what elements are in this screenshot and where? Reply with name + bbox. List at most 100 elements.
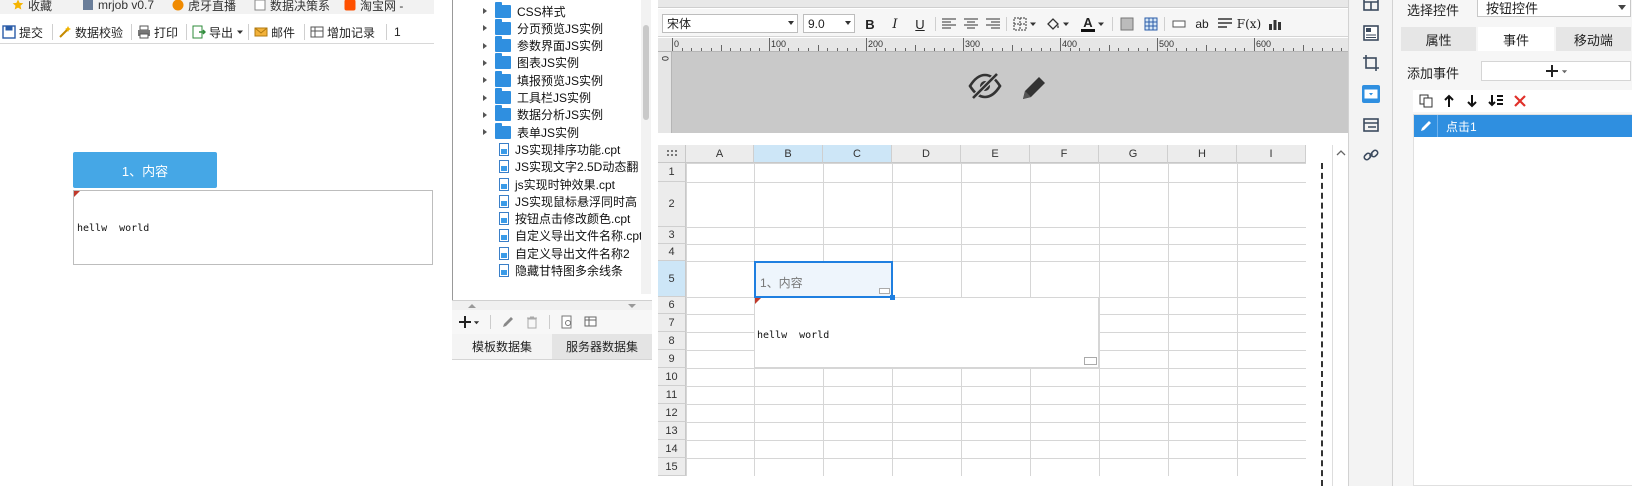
column-header[interactable]: F [1030,145,1099,163]
dataset-params-button[interactable] [584,315,598,329]
tab-mobile[interactable]: 移动端 [1555,27,1631,51]
column-header[interactable]: A [686,145,754,163]
print-button[interactable]: 打印 [135,22,180,42]
tree-folder[interactable]: CSS样式 [481,1,566,20]
align-right-button[interactable] [984,15,1002,33]
move-up-button[interactable] [1442,94,1456,108]
bookmark-mrjob[interactable]: mrjob v0.7 [82,0,154,14]
text-color-button[interactable]: A [1079,15,1097,33]
insert-chart-button[interactable] [1266,15,1284,33]
frame-widget-button[interactable] [1362,54,1380,72]
tab-events[interactable]: 事件 [1478,27,1554,51]
bold-button[interactable]: B [861,15,879,33]
border-dropdown[interactable] [1028,15,1038,33]
tree-folder[interactable]: 数据分析JS实例 [481,105,603,124]
page-indicator[interactable]: 1 [392,22,428,42]
submit-button[interactable]: 提交 [0,22,45,42]
row-header[interactable]: 1 [658,163,686,182]
tab-widget-button[interactable] [1362,116,1380,134]
tree-file[interactable]: JS实现鼠标悬浮同时高 [499,192,637,210]
row-header[interactable]: 7 [658,314,686,332]
edit-event-button[interactable] [1414,115,1438,137]
tree-folder[interactable]: 填报预览JS实例 [481,70,603,89]
chevron-right-icon[interactable] [481,7,489,15]
row-header[interactable]: 12 [658,404,686,422]
chevron-right-icon[interactable] [481,94,489,102]
copy-event-button[interactable] [1419,94,1433,108]
row-header[interactable]: 15 [658,458,686,476]
row-header[interactable]: 3 [658,227,686,244]
column-header[interactable]: E [961,145,1030,163]
text-field-button[interactable] [1170,15,1188,33]
link-widget-button[interactable] [1362,146,1380,164]
unmerge-cells-button[interactable] [1142,15,1160,33]
formula-button[interactable]: F(x) [1237,15,1261,33]
move-down-button[interactable] [1465,94,1479,108]
tree-folder[interactable]: 工具栏JS实例 [481,88,591,107]
row-header[interactable]: 4 [658,244,686,261]
chevron-right-icon[interactable] [481,42,489,50]
delete-dataset-button[interactable] [525,315,539,329]
select-all-corner[interactable] [658,145,686,163]
cell-expand-handle[interactable] [1084,357,1097,365]
tree-file[interactable]: 自定义导出文件名称.cpt [499,227,642,245]
tree-file[interactable]: js实现时钟效果.cpt [499,175,615,193]
column-header[interactable]: I [1237,145,1306,163]
report-block-button[interactable] [1362,24,1380,42]
bookmark-taobao[interactable]: 淘宝网 - [344,0,403,14]
row-header[interactable]: 10 [658,368,686,386]
underline-button[interactable]: U [911,15,929,33]
merge-cells-button[interactable] [1118,15,1136,33]
export-button[interactable]: 导出 [190,22,246,42]
column-header[interactable]: B [754,145,823,163]
row-header[interactable]: 2 [658,182,686,227]
tree-folder[interactable]: 图表JS实例 [481,53,579,72]
fill-handle[interactable] [890,295,895,300]
mail-button[interactable]: 邮件 [252,22,297,42]
layout-widget-button[interactable] [1362,0,1380,12]
selected-cell-b5[interactable]: 1、内容 [754,261,895,300]
bookmark-favorites[interactable]: 收藏 [12,0,52,14]
chevron-right-icon[interactable] [481,111,489,119]
grid-vertical-scrollbar[interactable] [1332,145,1348,486]
column-header[interactable]: C [823,145,892,163]
row-header[interactable]: 9 [658,350,686,368]
add-dataset-button[interactable] [458,315,480,329]
font-size-select[interactable]: 9.0 [803,14,855,33]
chevron-right-icon[interactable] [481,128,489,136]
row-header[interactable]: 13 [658,422,686,440]
row-header[interactable]: 5 [658,261,686,297]
text-wrap-button[interactable] [1216,15,1234,33]
tree-file[interactable]: JS实现排序功能.cpt [499,140,620,158]
tab-attributes[interactable]: 属性 [1401,27,1477,51]
validate-button[interactable]: 数据校验 [56,22,125,42]
event-item-click[interactable]: 点击1 [1414,115,1632,137]
row-header[interactable]: 8 [658,332,686,350]
tree-folder[interactable]: 参数界面JS实例 [481,36,603,55]
hide-parameter-button[interactable] [968,72,1002,102]
move-bottom-button[interactable] [1488,94,1504,108]
tree-scrollbar[interactable] [641,0,651,294]
row-header[interactable]: 6 [658,297,686,314]
select-control-combobox[interactable]: 按钮控件 [1477,0,1631,17]
preview-content-tab[interactable]: 1、内容 [73,152,217,188]
edit-dataset-button[interactable] [501,315,515,329]
bookmark-huya[interactable]: 虎牙直播 [172,0,236,14]
align-center-button[interactable] [962,15,980,33]
dataset-splitter[interactable] [452,300,652,310]
chevron-right-icon[interactable] [481,59,489,67]
edit-parameter-button[interactable] [1020,72,1048,102]
border-button[interactable] [1011,15,1029,33]
tree-file[interactable]: 按钮点击修改颜色.cpt [499,210,630,228]
column-header[interactable]: D [892,145,961,163]
abbreviation-button[interactable]: ab [1193,15,1211,33]
row-header[interactable]: 11 [658,386,686,404]
fill-color-dropdown[interactable] [1061,15,1071,33]
row-header[interactable]: 14 [658,440,686,458]
bookmark-decision[interactable]: 数据决策系 [254,0,330,14]
merged-content-cell[interactable]: hellw world [755,298,1099,368]
font-family-select[interactable]: 宋体 [662,14,798,33]
fill-color-button[interactable] [1044,15,1062,33]
tree-file[interactable]: 自定义导出文件名称2 [499,244,630,262]
column-header[interactable]: G [1099,145,1168,163]
